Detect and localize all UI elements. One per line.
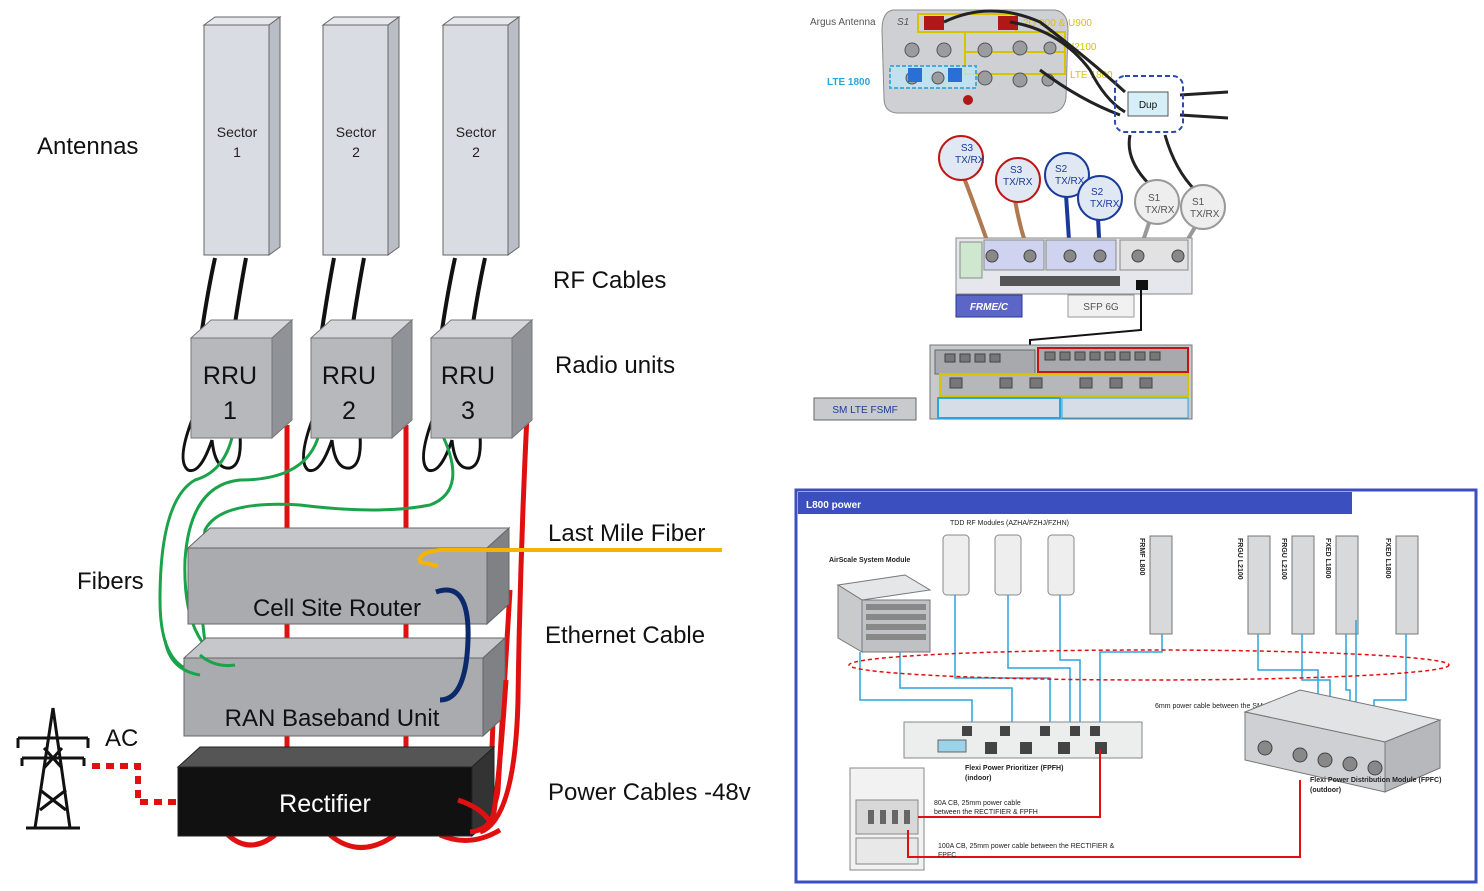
rf-module-5: FXED L1800 (1384, 538, 1391, 579)
svg-text:S2: S2 (1055, 164, 1068, 175)
port-bubbles: S3 TX/RX S3 TX/RX S2 TX/RX S2 TX/RX S1 T… (938, 135, 1226, 230)
sector-3-line1: Sector (456, 124, 497, 140)
airscale-label: AirScale System Module (829, 557, 910, 564)
cell-site-router-label: Cell Site Router (253, 595, 421, 622)
left-diagram: Sector 1 Sector 2 Sector 2 RRU 1 RRU 2 R… (16, 16, 751, 850)
svg-text:TX/RX: TX/RX (1090, 199, 1120, 210)
svg-text:TX/RX: TX/RX (1055, 176, 1085, 187)
power-cables-label: Power Cables -48v (548, 779, 751, 806)
rf-module-3: FRGU L2100 (1280, 538, 1287, 580)
bottom-right-diagram: L800 power TDD RF Modules (AZHA/FZHJ/FZH… (794, 488, 1478, 884)
svg-text:S3: S3 (1010, 165, 1023, 176)
system-module: SM LTE FSMF (813, 344, 1193, 421)
l800-title: L800 power (806, 500, 861, 511)
duplexer: Dup (1114, 75, 1184, 133)
argus-label: Argus Antenna (810, 17, 876, 28)
rectifier-label: Rectifier (279, 790, 371, 818)
note-100a-2: FPFC (938, 852, 956, 859)
rru-1-line2: 1 (223, 397, 237, 425)
rru-3: RRU 3 (429, 318, 534, 440)
sector-3-line2: 2 (472, 144, 480, 160)
sector-2-line1: Sector (336, 124, 377, 140)
tdd-rf-modules (942, 534, 1075, 596)
sector-1-line2: 1 (233, 144, 241, 160)
diagram-canvas: Sector 1 Sector 2 Sector 2 RRU 1 RRU 2 R… (16, 9, 1478, 884)
top-right-diagram: Argus Antenna S1 2G 900 & U900 U2100 LTE… (810, 9, 1229, 421)
rf-module-2: FRGU L2100 (1236, 538, 1243, 580)
rru-3-line2: 3 (461, 397, 475, 425)
port-s3-a: S3 TX/RX (938, 135, 985, 181)
svg-text:TX/RX: TX/RX (1003, 177, 1033, 188)
sector-1-line1: Sector (217, 124, 258, 140)
rf-module-1: FRMF L800 (1138, 538, 1145, 575)
svg-text:TX/RX: TX/RX (1190, 209, 1220, 220)
frme-module: FRME/C SFP 6G (955, 237, 1193, 318)
argus-antenna-panel: Argus Antenna S1 2G 900 & U900 U2100 LTE… (810, 9, 1113, 114)
svg-text:TX/RX: TX/RX (1145, 205, 1175, 216)
port-s3-b: S3 TX/RX (995, 157, 1041, 203)
fpfc-label: Flexi Power Distribution Module (FPFC) (1310, 777, 1441, 784)
svg-text:TX/RX: TX/RX (955, 155, 985, 166)
rectifier-cabinet (849, 767, 925, 871)
s1-label: S1 (897, 17, 909, 28)
dup-label: Dup (1139, 100, 1158, 111)
fpfc-sub: (outdoor) (1310, 787, 1341, 794)
rectifier: Rectifier (176, 745, 496, 838)
rru-1: RRU 1 (189, 318, 294, 440)
svg-text:S2: S2 (1091, 187, 1104, 198)
sm-label: SM LTE FSMF (832, 405, 897, 416)
port-s2-b: S2 TX/RX (1077, 175, 1123, 221)
port-s1-b: S1 TX/RX (1180, 184, 1226, 230)
rf-cables-label: RF Cables (553, 267, 666, 294)
rru-1-line1: RRU (203, 362, 257, 390)
ran-baseband-unit-label: RAN Baseband Unit (225, 705, 440, 732)
radio-units-label: Radio units (555, 352, 675, 379)
fpfh-label: Flexi Power Prioritizer (FPFH) (965, 765, 1063, 772)
note-80a-2: between the RECTIFIER & FPFH (934, 809, 1038, 816)
rru-2: RRU 2 (309, 318, 414, 440)
sfp-label: SFP 6G (1083, 302, 1119, 313)
sector-2-line2: 2 (352, 144, 360, 160)
lte1800-label: LTE 1800 (827, 77, 871, 88)
tdd-label: TDD RF Modules (AZHA/FZHJ/FZHN) (950, 520, 1069, 527)
port-s1-a: S1 TX/RX (1134, 179, 1180, 225)
svg-text:S1: S1 (1148, 193, 1161, 204)
antennas-label: Antennas (37, 133, 138, 160)
antenna-sector-2: Sector 2 (321, 16, 401, 256)
rru-2-line2: 2 (342, 397, 356, 425)
rf-module-4: FXED L1800 (1324, 538, 1331, 579)
svg-text:S3: S3 (961, 143, 974, 154)
ethernet-cable-label: Ethernet Cable (545, 622, 705, 649)
rf-cables (200, 257, 487, 331)
fibers-label: Fibers (77, 568, 144, 595)
cell-site-router: Cell Site Router (186, 526, 511, 626)
antenna-sector-1: Sector 1 (202, 16, 282, 256)
antenna-sector-3: Sector 2 (441, 16, 521, 256)
last-mile-fiber-label: Last Mile Fiber (548, 520, 705, 547)
ac-line (92, 763, 178, 805)
note-80a-1: 80A CB, 25mm power cable (934, 800, 1021, 807)
ac-label: AC (105, 725, 138, 752)
frme-label: FRME/C (970, 302, 1009, 313)
svg-text:S1: S1 (1192, 197, 1205, 208)
rru-3-line1: RRU (441, 362, 495, 390)
fpfh-sub: (indoor) (965, 775, 991, 782)
power-tower-icon (16, 707, 90, 830)
rru-2-line1: RRU (322, 362, 376, 390)
airscale-module (836, 574, 932, 653)
note-100a-1: 100A CB, 25mm power cable between the RE… (938, 843, 1115, 850)
